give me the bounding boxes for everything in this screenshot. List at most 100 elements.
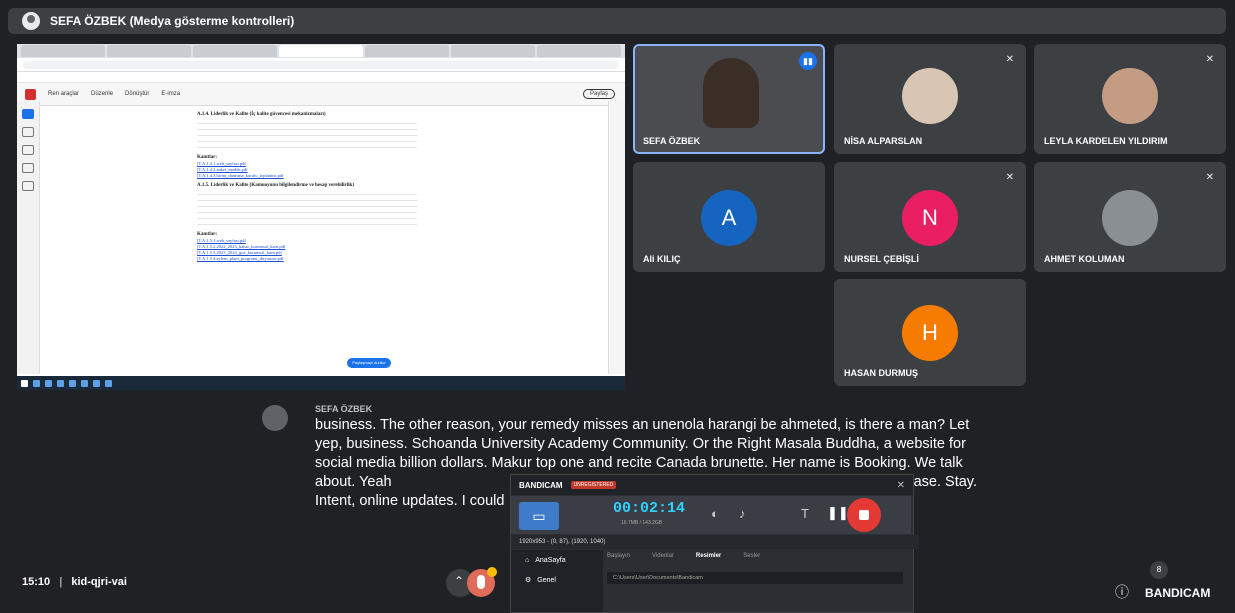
caption-tail: ease. Stay. bbox=[905, 474, 977, 490]
browser-tab[interactable] bbox=[365, 45, 449, 57]
shared-screen: Ren araçlar Düzenle Dönüştür E-imza Payl… bbox=[17, 44, 625, 390]
participant-tile-ali[interactable]: A Ali KILIÇ bbox=[633, 162, 825, 272]
recording-size: 16.7MB / 143.2GB bbox=[621, 520, 663, 526]
taskbar-app-icon[interactable] bbox=[57, 379, 64, 387]
pdf-page: A.1.4. Liderlik ve Kalite (İç kalite güv… bbox=[197, 108, 597, 376]
pen-tool-icon[interactable] bbox=[22, 145, 34, 155]
taskbar-app-icon[interactable] bbox=[105, 379, 112, 387]
sidebar-item-general[interactable]: ⚙ Genel bbox=[511, 570, 603, 590]
browser-tab-active[interactable] bbox=[279, 45, 363, 57]
text-tool-icon[interactable] bbox=[22, 181, 34, 191]
unregistered-badge: UNREGISTERED bbox=[570, 481, 617, 489]
webcam-icon[interactable]: ◐ bbox=[711, 506, 719, 521]
taskbar-app-icon[interactable] bbox=[33, 379, 40, 387]
capture-area: 1920x953 - (0, 87), (1920, 1040) bbox=[519, 539, 606, 545]
participant-name: HASAN DURMUŞ bbox=[844, 368, 918, 378]
browser-tab[interactable] bbox=[451, 45, 535, 57]
address-bar[interactable] bbox=[17, 58, 625, 72]
stop-sharing-button[interactable]: Paylaşmayı durdur bbox=[347, 358, 391, 368]
info-icon[interactable]: ⓘ bbox=[1115, 582, 1129, 602]
browser-tab[interactable] bbox=[107, 45, 191, 57]
tab-sounds[interactable]: Sesler bbox=[743, 553, 760, 559]
pdf-tools-sidebar bbox=[17, 101, 40, 374]
browser-tab[interactable] bbox=[537, 45, 621, 57]
pdf-right-toolbar bbox=[608, 101, 625, 374]
meeting-clock: 15:10 bbox=[22, 576, 51, 588]
sidebar-item-home[interactable]: ⌂ AnaSayfa bbox=[511, 550, 603, 570]
stop-recording-button[interactable] bbox=[847, 498, 881, 532]
select-tool-icon[interactable] bbox=[22, 109, 34, 119]
participant-photo bbox=[1102, 190, 1158, 246]
speaker-icon[interactable]: ♪ bbox=[739, 506, 746, 521]
taskbar-app-icon[interactable] bbox=[93, 379, 100, 387]
windows-start-icon[interactable] bbox=[21, 379, 28, 387]
participant-tile-nisa[interactable]: ✕ NİSA ALPARSLAN bbox=[834, 44, 1026, 154]
bandicam-titlebar[interactable]: BANDICAM UNREGISTERED ✕ bbox=[511, 475, 913, 495]
sidebar-item-label: AnaSayfa bbox=[535, 556, 566, 564]
screen-mode-button[interactable]: ▭ bbox=[519, 502, 559, 530]
participant-tile-sefa[interactable]: ▮▮ SEFA ÖZBEK bbox=[633, 44, 825, 154]
mic-icon bbox=[477, 575, 485, 589]
close-icon[interactable]: ✕ bbox=[897, 480, 905, 491]
acrobat-logo-icon bbox=[25, 88, 36, 100]
mic-muted-icon: ✕ bbox=[1005, 54, 1014, 65]
participant-name: AHMET KOLUMAN bbox=[1044, 254, 1125, 264]
evidence-link[interactable]: [T.A.1.5.4.eylem_plani_programi_duyurusu… bbox=[197, 256, 597, 262]
caption-speaker-avatar bbox=[262, 405, 288, 431]
participant-tile-ahmet[interactable]: ✕ AHMET KOLUMAN bbox=[1034, 162, 1226, 272]
camera-feed bbox=[703, 58, 759, 128]
tab-start[interactable]: Başlayın bbox=[607, 553, 630, 559]
pdf-menu-item[interactable]: Düzenle bbox=[91, 91, 113, 97]
tab-images[interactable]: Resimler bbox=[696, 553, 721, 559]
pdf-menu-item[interactable]: Dönüştür bbox=[125, 91, 149, 97]
mic-muted-icon: ✕ bbox=[1005, 172, 1014, 183]
participant-name: NURSEL ÇEBİŞLİ bbox=[844, 254, 919, 264]
warning-badge-icon bbox=[487, 567, 497, 577]
shape-tool-icon[interactable] bbox=[22, 163, 34, 173]
recording-timer: 00:02:14 bbox=[613, 500, 686, 517]
presenter-avatar bbox=[22, 12, 40, 30]
taskbar-app-icon[interactable] bbox=[69, 379, 76, 387]
mic-button[interactable] bbox=[467, 567, 497, 597]
taskbar-app-icon[interactable] bbox=[45, 379, 52, 387]
paragraph-text bbox=[197, 192, 417, 228]
browser-tab-strip bbox=[17, 44, 625, 58]
bandicam-tabs: Başlayın Videolar Resimler Sesler bbox=[607, 553, 760, 559]
browser-tab[interactable] bbox=[193, 45, 277, 57]
people-count-badge[interactable]: 8 bbox=[1150, 561, 1168, 579]
pdf-menu-item[interactable]: Ren araçlar bbox=[48, 91, 79, 97]
participant-name: SEFA ÖZBEK bbox=[643, 136, 701, 146]
bookmarks-bar bbox=[17, 72, 625, 83]
meeting-code: kid-qjri-vai bbox=[71, 576, 127, 588]
output-folder-path[interactable]: C:\Users\User\Documents\Bandicam bbox=[607, 572, 903, 584]
bandicam-watermark: BANDICAM bbox=[1145, 586, 1211, 600]
bandicam-window[interactable]: BANDICAM UNREGISTERED ✕ ▭ 00:02:14 16.7M… bbox=[510, 474, 919, 613]
section-heading: A.1.4. Liderlik ve Kalite (İç kalite güv… bbox=[197, 112, 326, 117]
caption-speaker-name: SEFA ÖZBEK bbox=[315, 404, 373, 414]
mic-muted-icon: ✕ bbox=[1205, 54, 1214, 65]
sidebar-item-label: Genel bbox=[537, 576, 556, 584]
tab-videos[interactable]: Videolar bbox=[652, 553, 674, 559]
pause-icon[interactable]: ❚❚ bbox=[827, 505, 849, 521]
text-overlay-icon[interactable]: T bbox=[801, 506, 809, 521]
url-field[interactable] bbox=[23, 60, 619, 69]
participant-tile-hasan[interactable]: H HASAN DURMUŞ bbox=[834, 279, 1026, 386]
browser-tab[interactable] bbox=[21, 45, 105, 57]
evidence-link[interactable]: [T.A.1.4.3.birim_danisma_kurulu_toplanti… bbox=[197, 173, 597, 179]
section-heading: A.1.5. Liderlik ve Kalite (Kamuoyunu bil… bbox=[197, 183, 354, 188]
windows-taskbar bbox=[17, 376, 625, 390]
participant-tile-nursel[interactable]: N ✕ NURSEL ÇEBİŞLİ bbox=[834, 162, 1026, 272]
paragraph-text bbox=[197, 121, 417, 151]
pdf-toolbar: Ren araçlar Düzenle Dönüştür E-imza Payl… bbox=[17, 83, 625, 106]
participant-name: LEYLA KARDELEN YILDIRIM bbox=[1044, 136, 1168, 146]
presenter-title: SEFA ÖZBEK (Medya gösterme kontrolleri) bbox=[50, 14, 295, 28]
presenter-bar[interactable]: SEFA ÖZBEK (Medya gösterme kontrolleri) bbox=[8, 8, 1226, 34]
participant-tile-leyla[interactable]: ✕ LEYLA KARDELEN YILDIRIM bbox=[1034, 44, 1226, 154]
pdf-menu-item[interactable]: E-imza bbox=[161, 91, 180, 97]
zoom-tool-icon[interactable] bbox=[22, 127, 34, 137]
bandicam-sidebar: ⌂ AnaSayfa ⚙ Genel bbox=[511, 550, 603, 612]
participant-name: Ali KILIÇ bbox=[643, 254, 681, 264]
taskbar-app-icon[interactable] bbox=[81, 379, 88, 387]
capture-area-bar: 1920x953 - (0, 87), (1920, 1040) bbox=[511, 535, 919, 549]
pdf-share-button[interactable]: Paylaş bbox=[582, 89, 615, 99]
